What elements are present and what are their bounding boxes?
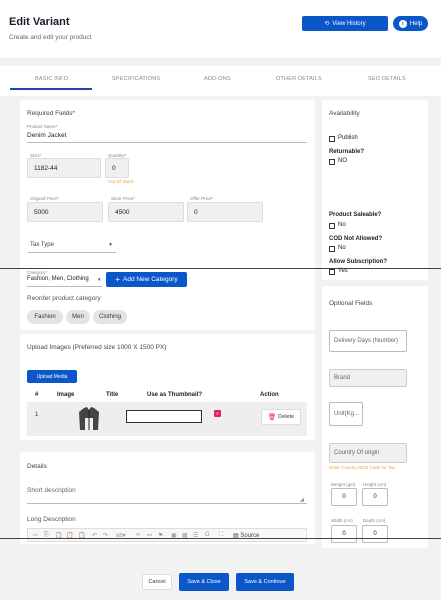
returnable-no-label: NO [338, 158, 347, 164]
returnable-label: Returnable? [329, 149, 365, 155]
editor-toolbar: ✂ ⎘ 📋 📋 📋 ↶ ↷ ab▾ ∞ ⚯ ⚑ ▣ ▦ ☰ Ω ⛶ ▤ Sour… [27, 528, 307, 542]
delete-button[interactable]: 🗑 Delete [261, 409, 301, 425]
reorder-category-title: Reorder product category [27, 295, 101, 302]
column-header-image: Image [57, 392, 75, 398]
guide-line [0, 268, 441, 269]
publish-label: Publish [338, 135, 358, 141]
width-label: Width (cm) [331, 518, 353, 523]
trash-icon: 🗑 [267, 414, 277, 421]
saleable-label: Product Saleable? [329, 212, 382, 218]
image-title-input[interactable] [126, 410, 202, 423]
cod-checkbox[interactable] [329, 246, 335, 252]
tab-specifications[interactable]: SPECIFICATIONS [112, 76, 160, 82]
out-of-stock-text: Out Of Stock [108, 179, 134, 184]
category-label: Category* [27, 270, 48, 275]
details-title: Details [27, 463, 47, 470]
publish-checkbox[interactable] [329, 136, 335, 142]
returnable-checkbox[interactable] [329, 159, 335, 165]
category-underline [27, 286, 102, 287]
depth-label: Depth (cm) [363, 518, 386, 523]
tab-basic-info[interactable]: BASIC INFO [35, 76, 68, 82]
page-subtitle: Create and edit your product [9, 34, 92, 41]
cod-label: COD Not Allowed? [329, 236, 383, 242]
height-label: Height (cm) [363, 482, 387, 487]
chevron-down-icon: ▼ [108, 242, 113, 248]
short-description-input[interactable]: Short description [27, 487, 76, 494]
jacket-thumbnail [79, 407, 99, 430]
tab-bar: BASIC INFO SPECIFICATIONS ADD-ONS OTHER … [0, 66, 441, 96]
cod-no-label: No [338, 245, 346, 251]
short-description-underline [27, 503, 307, 504]
category-chip[interactable]: Men [66, 310, 90, 324]
save-close-button[interactable]: Save & Close [179, 573, 229, 591]
long-description-label: Long Description [27, 516, 76, 523]
offer-price-input[interactable]: 0 [187, 202, 263, 222]
saleable-no-label: No [338, 222, 346, 228]
column-header-thumbnail: Use as Thumbnail? [147, 392, 203, 398]
delivery-days-input[interactable]: Delivery Days (Number) [329, 330, 407, 352]
column-header-index: # [35, 392, 39, 398]
upload-media-button[interactable]: Upload Media [27, 370, 77, 383]
unit-input[interactable]: Unit(Kg... [329, 402, 363, 426]
column-header-action: Action [260, 392, 279, 398]
save-continue-button[interactable]: Save & Continue [236, 573, 294, 591]
tax-type-select[interactable]: Tax Type [30, 242, 54, 248]
help-icon: i [398, 19, 407, 28]
sku-input[interactable]: 1182-44 [27, 158, 101, 178]
subscription-label: Allow Subscription? [329, 259, 387, 265]
availability-card [322, 100, 428, 280]
store-price-label: Store Price* [111, 196, 136, 201]
depth-input[interactable]: 0 [362, 525, 388, 543]
weight-label: Weight (gm) [331, 482, 356, 487]
product-name-underline [27, 142, 307, 143]
height-input[interactable]: 0 [362, 488, 388, 506]
availability-title: Availability [329, 110, 360, 117]
brand-input[interactable]: Brand [329, 369, 407, 387]
upload-images-title: Upload Images (Preferred size 1000 X 150… [27, 344, 167, 351]
width-input[interactable]: 0 [331, 525, 357, 543]
help-button[interactable]: i Help [393, 16, 428, 31]
tab-other-details[interactable]: OTHER DETAILS [276, 76, 322, 82]
resize-handle-icon[interactable]: ◢ [300, 497, 304, 503]
chevron-down-icon: ▼ [97, 277, 102, 282]
store-price-input[interactable]: 4500 [108, 202, 184, 222]
product-name-label: Product Name* [27, 124, 58, 129]
tax-type-underline [28, 252, 116, 253]
cancel-button[interactable]: Cancel [142, 574, 172, 590]
thumbnail-checkbox[interactable]: ✓ [214, 410, 221, 417]
active-tab-indicator [10, 88, 92, 90]
add-category-button[interactable]: + Add New Category [106, 272, 187, 287]
offer-price-label: Offer Price* [190, 196, 214, 201]
required-fields-title: Required Fields* [27, 110, 76, 117]
country-hint: Enter Country ISO2 Code for Tax [329, 465, 395, 470]
original-price-label: Original Price* [30, 196, 59, 201]
page-title: Edit Variant [9, 16, 70, 28]
tab-add-ons[interactable]: ADD-ONS [204, 76, 231, 82]
category-chip[interactable]: Fashion [27, 310, 63, 324]
weight-input[interactable]: 0 [331, 488, 357, 506]
view-history-button[interactable]: ⟲ View History [302, 16, 388, 31]
category-chip[interactable]: Clothing [93, 310, 127, 324]
category-select[interactable]: Fashion, Men, Clothing [27, 276, 89, 282]
product-name-input[interactable]: Denim Jacket [27, 132, 66, 139]
country-input[interactable]: Country Of origin [329, 443, 407, 463]
optional-fields-title: Optional Fields [329, 300, 373, 307]
column-header-title: Title [106, 392, 119, 398]
quantity-input[interactable]: 0 [105, 158, 129, 178]
plus-icon: + [115, 275, 121, 284]
guide-line [0, 538, 441, 539]
subscription-checkbox[interactable] [329, 269, 335, 275]
history-icon: ⟲ [324, 21, 330, 27]
saleable-checkbox[interactable] [329, 223, 335, 229]
tab-seo-details[interactable]: SEO DETAILS [368, 76, 406, 82]
original-price-input[interactable]: 5000 [27, 202, 103, 222]
row-index: 1 [35, 412, 39, 418]
